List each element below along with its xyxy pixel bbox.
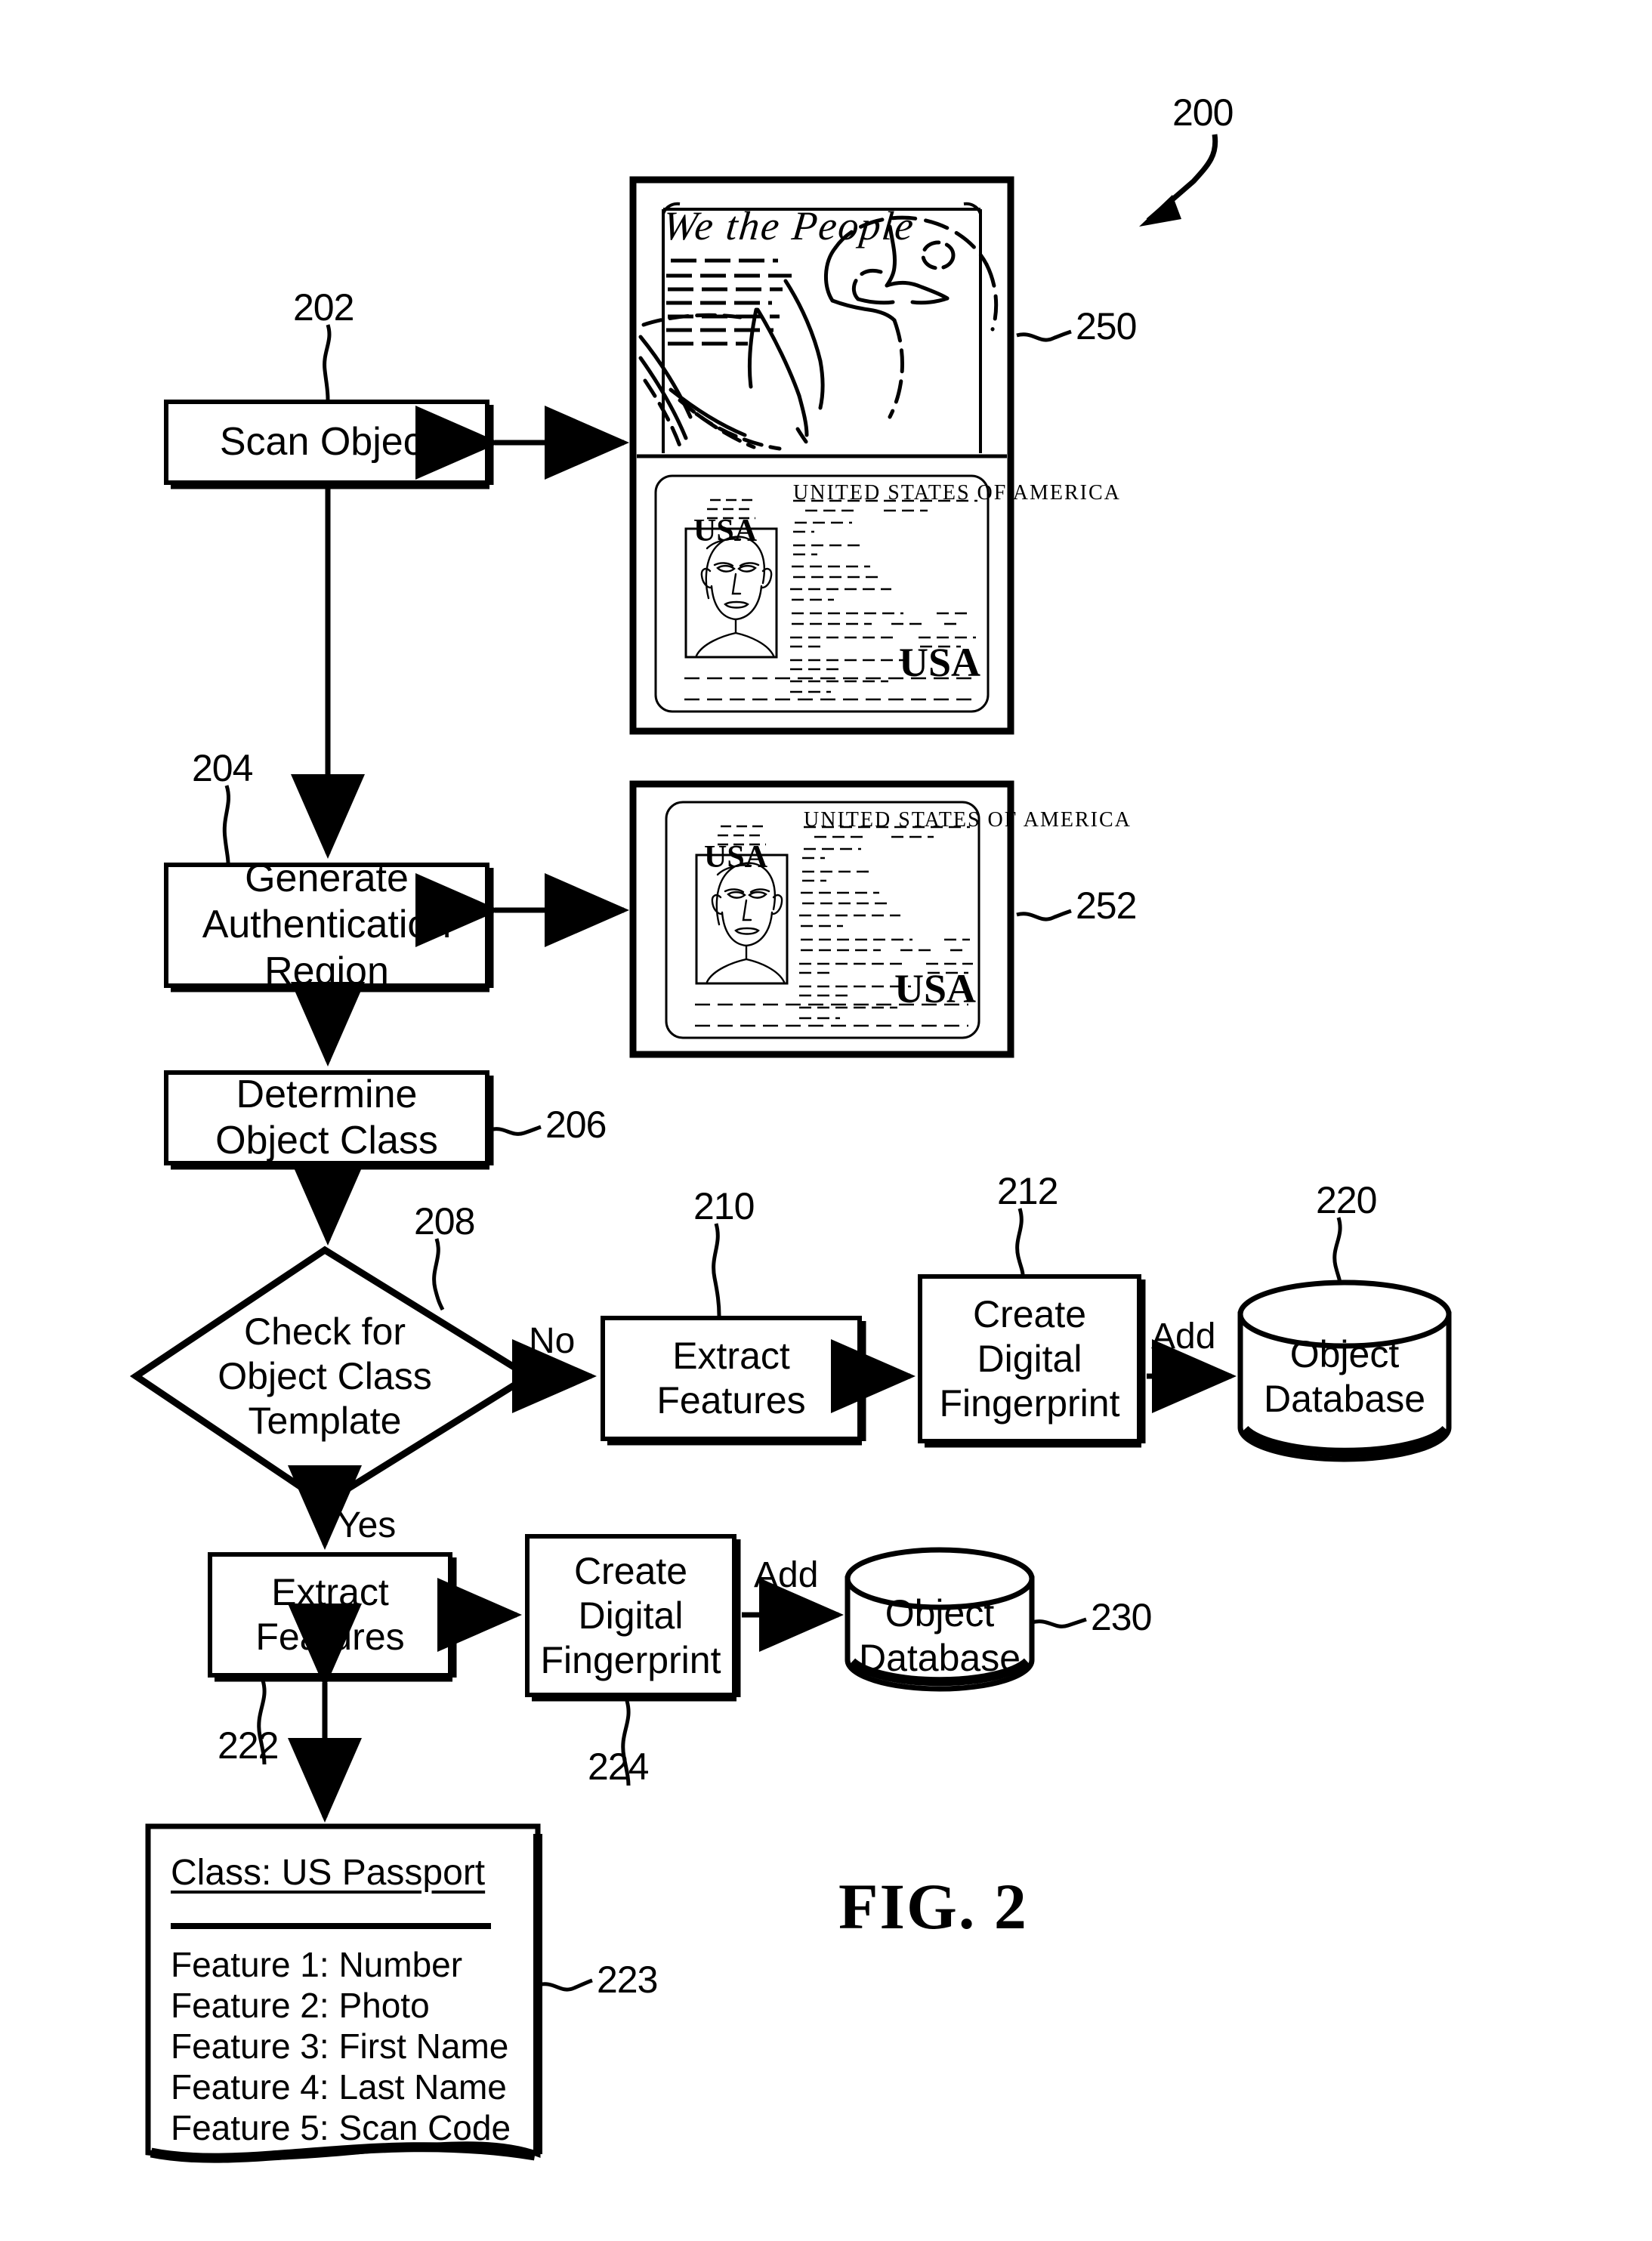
class-template-feature-4: Feature 4: Last Name xyxy=(171,2067,507,2107)
ref-208-leader xyxy=(432,1238,445,1311)
ref-202: 202 xyxy=(293,286,354,329)
patent-figure-page: 200 202 204 206 208 210 212 220 222 224 … xyxy=(0,0,1652,2241)
edge-label-add-bottom: Add xyxy=(754,1555,819,1595)
auth-region-code-left: USA xyxy=(704,840,768,875)
figure-vector-layer xyxy=(129,134,1452,2163)
ref-212-leader xyxy=(1015,1208,1025,1276)
ref-250-leader xyxy=(1016,329,1072,342)
generate-auth-region-box xyxy=(164,863,494,992)
edge-label-add-top: Add xyxy=(1151,1317,1216,1357)
ref-252-leader xyxy=(1016,909,1072,921)
ref-202-leader xyxy=(323,324,332,400)
ref-208: 208 xyxy=(414,1200,475,1242)
auth-region-country-caption: UNITED STATES OF AMERICA xyxy=(804,808,1132,832)
auth-region-code-right: USA xyxy=(894,966,977,1011)
ref-206: 206 xyxy=(545,1104,607,1146)
scanned-passport-code-right: USA xyxy=(899,640,981,685)
ref-204: 204 xyxy=(192,747,253,789)
scanned-passport-code-left: USA xyxy=(693,514,758,548)
ref-250: 250 xyxy=(1076,305,1137,347)
ref-210: 210 xyxy=(693,1185,755,1227)
ref-212: 212 xyxy=(997,1170,1058,1212)
ref-200: 200 xyxy=(1172,91,1234,134)
edge-label-yes: Yes xyxy=(337,1505,397,1545)
edge-label-no: No xyxy=(529,1321,576,1361)
ref-252: 252 xyxy=(1076,884,1137,927)
ref-223-leader xyxy=(537,1978,593,1992)
ref-230-leader xyxy=(1031,1617,1087,1628)
ref-220-leader xyxy=(1332,1217,1342,1285)
ref-230: 230 xyxy=(1091,1596,1152,1638)
ref-224: 224 xyxy=(588,1746,649,1788)
class-template-feature-5: Feature 5: Scan Code xyxy=(171,2108,511,2147)
main-ref-leader xyxy=(1139,134,1218,227)
figure-caption: FIG. 2 xyxy=(838,1870,1028,1943)
create-fingerprint-yes-box xyxy=(525,1534,741,1702)
create-fingerprint-no-box xyxy=(918,1274,1146,1448)
object-database-top-cylinder xyxy=(1237,1279,1452,1462)
constitution-heading: We the People xyxy=(660,203,918,248)
class-template-title: Class: US Passport xyxy=(171,1853,486,1893)
scan-object-box xyxy=(164,400,494,489)
extract-features-no-box xyxy=(601,1316,866,1446)
ref-220: 220 xyxy=(1316,1179,1377,1221)
ref-222: 222 xyxy=(218,1724,279,1767)
object-database-bottom-cylinder xyxy=(845,1547,1035,1692)
ref-206-leader xyxy=(489,1125,542,1136)
class-template-feature-2: Feature 2: Photo xyxy=(171,1986,430,2025)
ref-204-leader xyxy=(222,785,231,864)
extract-features-yes-box xyxy=(208,1552,457,1682)
check-template-diamond xyxy=(129,1246,536,1508)
determine-object-class-box xyxy=(164,1070,494,1170)
class-template-feature-1: Feature 1: Number xyxy=(171,1945,463,1984)
ref-210-leader xyxy=(712,1223,721,1317)
scanned-passport-country-caption: UNITED STATES OF AMERICA xyxy=(793,481,1121,505)
ref-223: 223 xyxy=(597,1959,658,2001)
class-template-feature-3: Feature 3: First Name xyxy=(171,2026,509,2066)
